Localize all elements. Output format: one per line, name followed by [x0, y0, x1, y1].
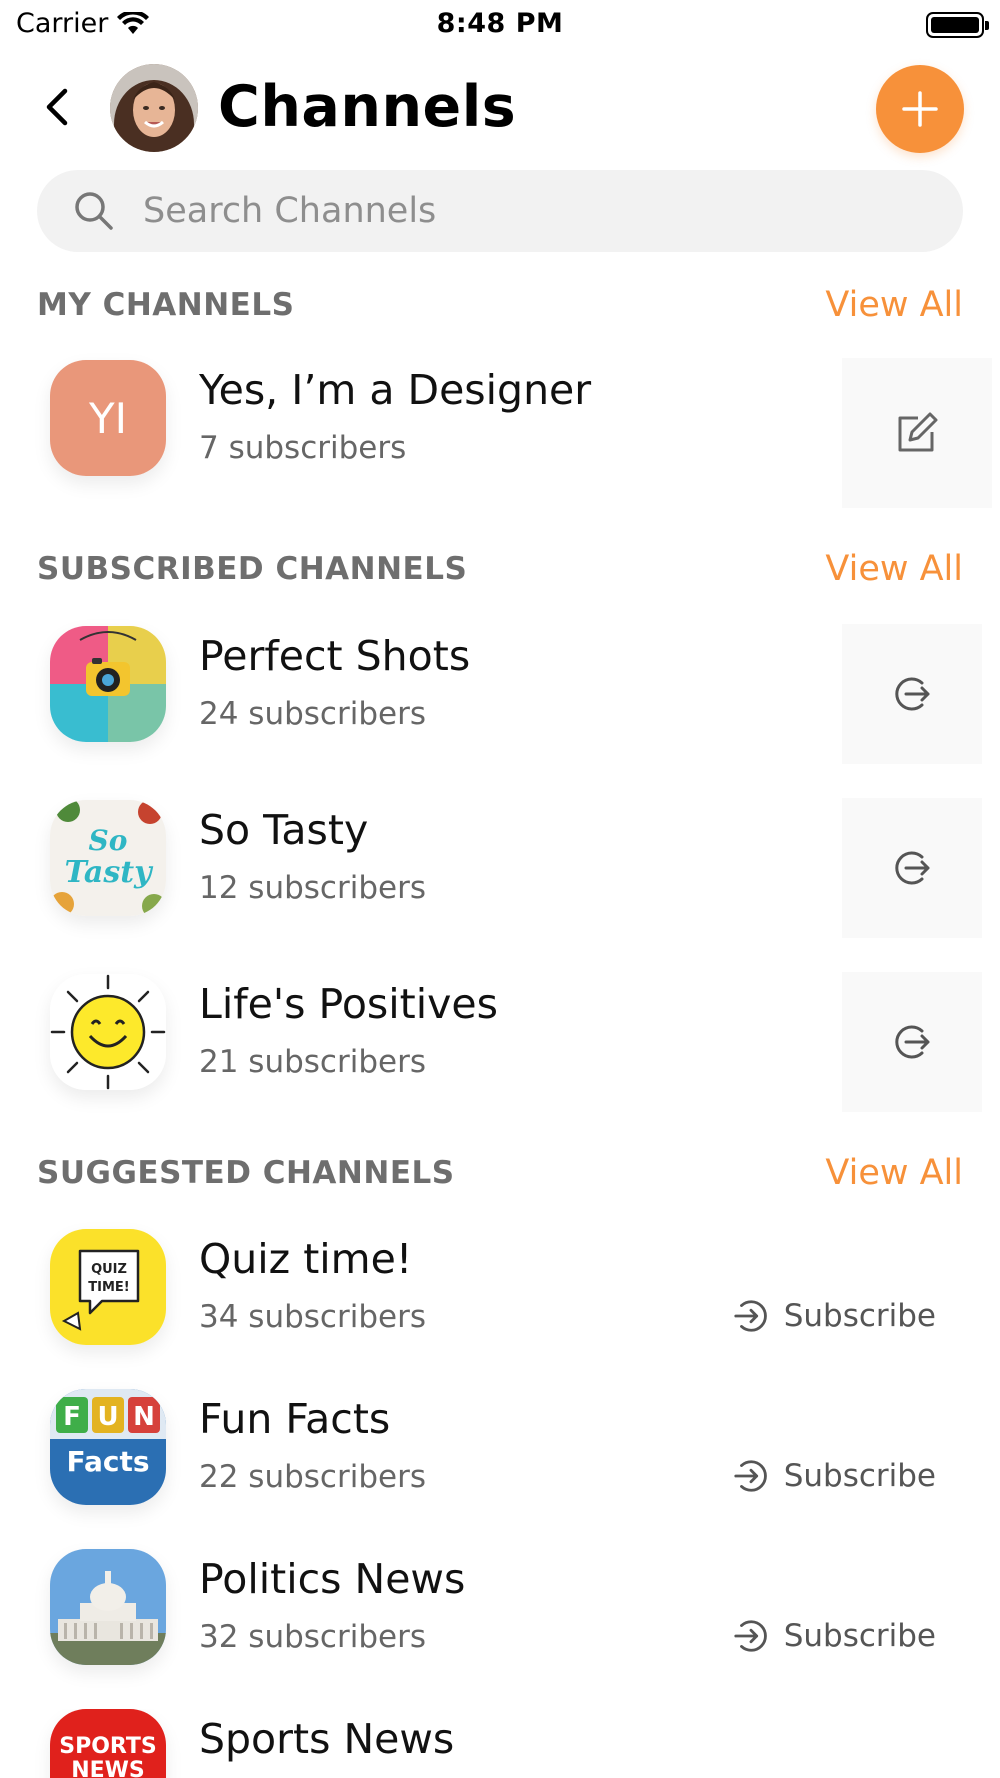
- lifes-positives-logo: [50, 974, 166, 1090]
- avatar[interactable]: [110, 64, 198, 152]
- subscribe-label: Subscribe: [783, 1618, 936, 1654]
- politics-news-logo: [50, 1549, 166, 1665]
- svg-text:N: N: [133, 1402, 155, 1432]
- subscribed-channels-header: SUBSCRIBED CHANNELS View All: [37, 545, 963, 593]
- edit-channel-button[interactable]: [842, 358, 992, 508]
- channel-thumbnail: SPORTS NEWS: [50, 1709, 166, 1778]
- join-icon: [734, 1460, 767, 1492]
- my-channels-header: MY CHANNELS View All: [37, 281, 963, 329]
- list-item[interactable]: SPORTS NEWS Sports News: [0, 1709, 1000, 1778]
- channel-subscribers: 34 subscribers: [199, 1299, 426, 1335]
- leave-channel-button[interactable]: [842, 798, 982, 938]
- clock: 8:48 PM: [436, 8, 564, 39]
- subscribe-button[interactable]: Subscribe: [732, 1457, 936, 1495]
- profile-photo: [110, 64, 198, 152]
- battery-icon: [926, 12, 989, 38]
- subscribe-button[interactable]: Subscribe: [732, 1617, 936, 1655]
- view-all-subscribed-link[interactable]: View All: [825, 549, 963, 589]
- svg-text:Facts: Facts: [66, 1445, 149, 1478]
- svg-text:TIME!: TIME!: [88, 1280, 129, 1295]
- channel-thumbnail: F U N Facts: [50, 1389, 166, 1505]
- leave-icon: [895, 677, 930, 711]
- channel-subscribers: 24 subscribers: [199, 696, 426, 732]
- sports-news-logo: SPORTS NEWS: [50, 1709, 166, 1778]
- back-button[interactable]: [36, 82, 76, 132]
- subscribe-label: Subscribe: [783, 1458, 936, 1494]
- list-item[interactable]: F U N Facts Fun Facts 22 subscribers Sub…: [0, 1389, 1000, 1509]
- channel-thumbnail: [50, 626, 166, 742]
- section-title: SUBSCRIBED CHANNELS: [37, 551, 468, 587]
- section-title: SUGGESTED CHANNELS: [37, 1155, 455, 1191]
- svg-text:F: F: [63, 1402, 81, 1432]
- channel-name: Fun Facts: [199, 1395, 391, 1443]
- channel-name: Politics News: [199, 1555, 466, 1603]
- join-icon: [734, 1300, 767, 1332]
- list-item[interactable]: So Tasty So Tasty 12 subscribers: [0, 798, 1000, 940]
- svg-text:NEWS: NEWS: [71, 1758, 145, 1778]
- channel-name: So Tasty: [199, 806, 369, 854]
- search-bar[interactable]: [37, 170, 963, 252]
- subscribe-button[interactable]: Subscribe: [732, 1297, 936, 1335]
- list-item[interactable]: YI Yes, I’m a Designer 7 subscribers: [0, 358, 1000, 510]
- status-bar: Carrier 8:48 PM: [0, 0, 1000, 50]
- channel-name: Sports News: [199, 1715, 455, 1763]
- header: Channels: [0, 60, 1000, 156]
- subscribe-label: Subscribe: [783, 1298, 936, 1334]
- view-all-suggested-link[interactable]: View All: [825, 1153, 963, 1193]
- channel-name: Perfect Shots: [199, 632, 471, 680]
- channel-thumbnail: So Tasty: [50, 800, 166, 916]
- channel-thumbnail: [50, 974, 166, 1090]
- list-item[interactable]: Politics News 32 subscribers Subscribe: [0, 1549, 1000, 1669]
- chevron-left-icon: [46, 88, 68, 126]
- channel-subscribers: 32 subscribers: [199, 1619, 426, 1655]
- channel-thumbnail: QUIZ TIME!: [50, 1229, 166, 1345]
- svg-text:U: U: [97, 1402, 118, 1432]
- so-tasty-logo: So Tasty: [50, 800, 166, 916]
- channel-subscribers: 7 subscribers: [199, 430, 407, 466]
- channel-name: Yes, I’m a Designer: [199, 366, 592, 414]
- search-icon: [71, 188, 117, 234]
- search-input[interactable]: [143, 191, 863, 231]
- channel-name: Quiz time!: [199, 1235, 413, 1283]
- leave-channel-button[interactable]: [842, 972, 982, 1112]
- fun-facts-logo: F U N Facts: [50, 1389, 166, 1505]
- page-title: Channels: [218, 74, 517, 140]
- join-icon: [734, 1620, 767, 1652]
- channel-subscribers: 12 subscribers: [199, 870, 426, 906]
- perfect-shots-logo: [50, 626, 166, 742]
- add-channel-button[interactable]: [876, 65, 964, 153]
- svg-text:QUIZ: QUIZ: [91, 1262, 127, 1277]
- suggested-channels-header: SUGGESTED CHANNELS View All: [37, 1149, 963, 1197]
- channel-thumbnail: YI: [50, 360, 166, 476]
- list-item[interactable]: Perfect Shots 24 subscribers: [0, 624, 1000, 766]
- section-title: MY CHANNELS: [37, 287, 295, 323]
- channel-name: Life's Positives: [199, 980, 498, 1028]
- svg-text:Tasty: Tasty: [64, 855, 154, 890]
- channel-subscribers: 21 subscribers: [199, 1044, 426, 1080]
- channel-thumbnail: [50, 1549, 166, 1665]
- quiz-time-logo: QUIZ TIME!: [50, 1229, 166, 1345]
- list-item[interactable]: QUIZ TIME! Quiz time! 34 subscribers Sub…: [0, 1229, 1000, 1349]
- leave-icon: [895, 1025, 930, 1059]
- svg-text:SPORTS: SPORTS: [59, 1734, 156, 1759]
- edit-icon: [898, 412, 938, 452]
- channel-subscribers: 22 subscribers: [199, 1459, 426, 1495]
- plus-icon: [902, 91, 938, 127]
- list-item[interactable]: Life's Positives 21 subscribers: [0, 972, 1000, 1114]
- view-all-my-channels-link[interactable]: View All: [825, 285, 963, 325]
- svg-text:So: So: [89, 824, 128, 857]
- leave-channel-button[interactable]: [842, 624, 982, 764]
- leave-icon: [895, 851, 930, 885]
- channel-initials: YI: [50, 360, 166, 476]
